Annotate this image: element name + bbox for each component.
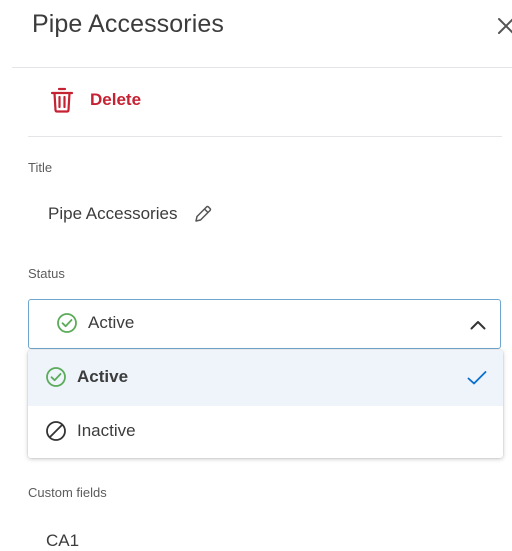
status-option-inactive[interactable]: Inactive — [28, 406, 503, 458]
pencil-icon[interactable] — [193, 204, 213, 224]
checkmark-icon — [467, 371, 487, 385]
delete-button[interactable]: Delete — [50, 86, 141, 114]
title-field: Pipe Accessories — [48, 204, 213, 224]
title-value[interactable]: Pipe Accessories — [48, 204, 177, 224]
close-icon — [498, 18, 512, 34]
panel-title: Pipe Accessories — [32, 10, 224, 38]
title-label: Title — [28, 160, 53, 175]
status-selected-value: Active — [88, 313, 135, 332]
custom-fields-label: Custom fields — [28, 485, 107, 500]
forbidden-icon — [46, 421, 66, 441]
trash-icon — [50, 87, 74, 113]
status-select[interactable]: Active — [28, 299, 501, 349]
status-option-label: Inactive — [77, 421, 136, 440]
header-divider — [12, 67, 512, 68]
status-dropdown-menu: Active Inactive — [28, 350, 503, 458]
close-button[interactable] — [496, 8, 512, 38]
delete-label: Delete — [90, 90, 142, 109]
check-circle-icon — [57, 313, 77, 333]
status-option-active[interactable]: Active — [28, 350, 503, 406]
check-circle-icon — [46, 367, 66, 387]
chevron-up-icon[interactable] — [470, 320, 486, 330]
status-label: Status — [28, 266, 65, 281]
custom-field-ca1[interactable]: CA1 — [46, 531, 79, 551]
actions-divider — [28, 136, 502, 137]
status-option-label: Active — [77, 367, 129, 386]
